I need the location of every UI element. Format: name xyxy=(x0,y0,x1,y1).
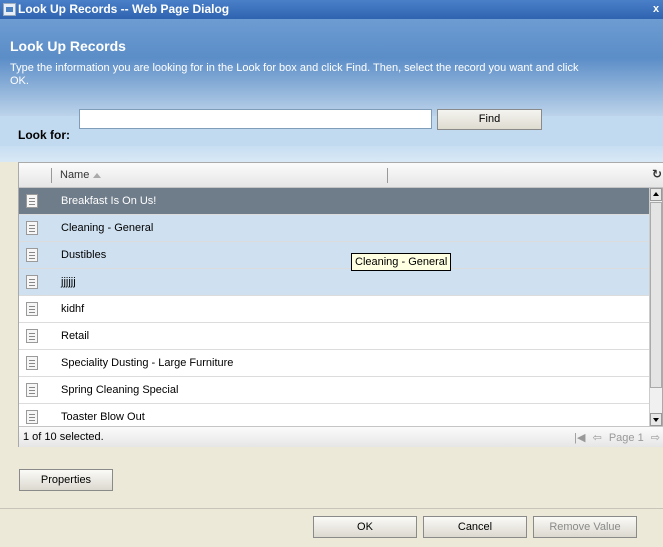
dialog-description: Type the information you are looking for… xyxy=(10,62,660,88)
table-row[interactable]: Spring Cleaning Special xyxy=(19,377,651,404)
find-button[interactable]: Find xyxy=(437,109,542,130)
window-title: Look Up Records -- Web Page Dialog xyxy=(18,2,230,16)
record-icon xyxy=(26,302,38,316)
row-name: Toaster Blow Out xyxy=(61,411,145,423)
close-icon[interactable]: x xyxy=(653,3,663,16)
row-cell xyxy=(389,404,651,426)
divider xyxy=(0,508,663,509)
next-page-icon[interactable]: ⇨ xyxy=(651,432,660,444)
browser-window-icon xyxy=(3,3,16,16)
row-name: Dustibles xyxy=(61,249,107,261)
scroll-up-icon[interactable] xyxy=(650,188,662,201)
row-cell xyxy=(389,350,651,376)
window-titlebar: Look Up Records -- Web Page Dialog x xyxy=(0,0,663,19)
vertical-scrollbar[interactable] xyxy=(649,188,662,426)
records-grid: Name ↻ Breakfast Is On Us! Cleaning - Ge… xyxy=(18,162,663,447)
grid-header: Name ↻ xyxy=(19,163,663,188)
dialog-header: Look Up Records Type the information you… xyxy=(0,19,663,116)
cancel-button[interactable]: Cancel xyxy=(423,516,527,538)
row-name: Retail xyxy=(61,330,90,342)
table-row[interactable]: Dustibles xyxy=(19,242,651,269)
refresh-icon[interactable]: ↻ xyxy=(652,167,663,183)
record-icon xyxy=(26,248,38,262)
scroll-down-icon[interactable] xyxy=(650,413,662,426)
previous-page-icon[interactable]: ⇦ xyxy=(593,432,602,444)
scrollbar-thumb[interactable] xyxy=(650,202,662,388)
ok-button[interactable]: OK xyxy=(313,516,417,538)
record-icon xyxy=(26,194,38,208)
record-icon xyxy=(26,383,38,397)
row-name: Spring Cleaning Special xyxy=(61,384,179,396)
row-name: Cleaning - General xyxy=(61,222,154,234)
header-band xyxy=(0,146,663,162)
pager: |◀ ⇦ Page 1 ⇨ xyxy=(570,431,660,444)
grid-rows: Breakfast Is On Us! Cleaning - General D… xyxy=(19,188,651,426)
record-icon xyxy=(26,410,38,424)
row-cell xyxy=(389,269,651,295)
table-row[interactable]: Cleaning - General xyxy=(19,215,651,242)
page-label: Page 1 xyxy=(608,432,644,444)
remove-value-button[interactable]: Remove Value xyxy=(533,516,637,538)
row-cell xyxy=(389,188,651,214)
record-icon xyxy=(26,356,38,370)
selection-status: 1 of 10 selected. xyxy=(23,431,104,443)
column-header-name[interactable]: Name xyxy=(60,169,102,181)
table-row[interactable]: Toaster Blow Out xyxy=(19,404,651,426)
table-row[interactable]: Speciality Dusting - Large Furniture xyxy=(19,350,651,377)
record-icon xyxy=(26,329,38,343)
properties-button[interactable]: Properties xyxy=(19,469,113,491)
record-icon xyxy=(26,275,38,289)
row-name: kidhf xyxy=(61,303,85,315)
first-page-icon[interactable]: |◀ xyxy=(574,432,585,444)
row-name: Breakfast Is On Us! xyxy=(61,195,157,207)
row-name: Speciality Dusting - Large Furniture xyxy=(61,357,234,369)
sort-ascending-icon xyxy=(93,172,102,178)
row-cell xyxy=(389,296,651,322)
row-name: jjjjjj xyxy=(61,276,76,288)
column-separator xyxy=(51,168,52,183)
table-row[interactable]: jjjjjj xyxy=(19,269,651,296)
table-row[interactable]: Breakfast Is On Us! xyxy=(19,188,651,215)
row-tooltip: Cleaning - General xyxy=(351,253,452,271)
column-name-label: Name xyxy=(60,169,90,181)
column-separator[interactable] xyxy=(387,168,388,183)
record-icon xyxy=(26,221,38,235)
description-line-2: OK. xyxy=(10,75,29,87)
look-for-label: Look for: xyxy=(18,128,70,142)
row-cell xyxy=(389,323,651,349)
grid-footer: 1 of 10 selected. |◀ ⇦ Page 1 ⇨ xyxy=(19,426,663,447)
look-for-input[interactable] xyxy=(79,109,432,129)
row-cell xyxy=(389,377,651,403)
description-line-1: Type the information you are looking for… xyxy=(10,62,579,74)
dialog-title: Look Up Records xyxy=(10,38,126,54)
row-cell xyxy=(389,215,651,241)
table-row[interactable]: kidhf xyxy=(19,296,651,323)
table-row[interactable]: Retail xyxy=(19,323,651,350)
